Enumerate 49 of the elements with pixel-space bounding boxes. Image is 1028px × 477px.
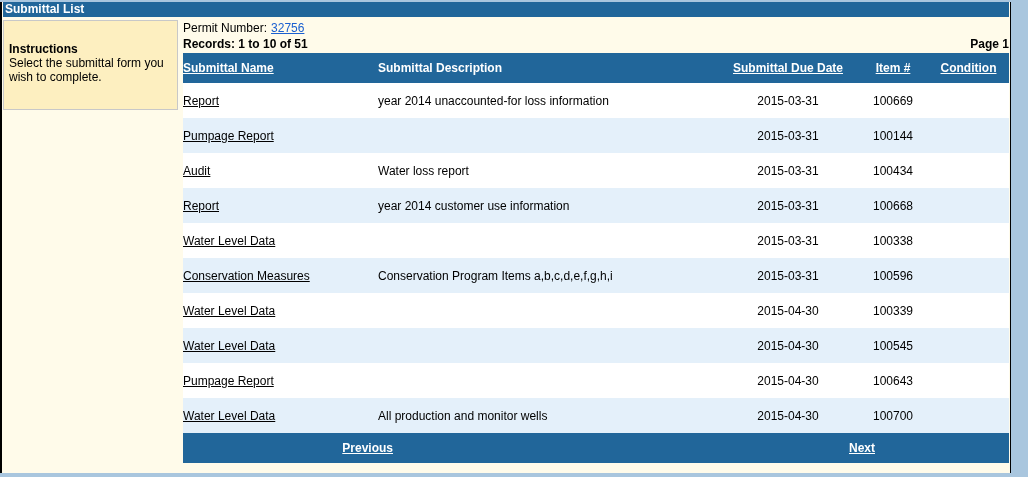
column-header-link[interactable]: Submittal Description [378, 61, 502, 75]
table-cell: 100545 [872, 338, 913, 353]
panel-header: Submittal List [3, 2, 1009, 17]
column-header-link[interactable]: Submittal Due Date [733, 61, 843, 75]
table-cell: 2015-04-30 [757, 303, 819, 318]
table-cell: 2015-03-31 [757, 268, 819, 283]
table-cell: 2015-03-31 [757, 198, 819, 213]
submittal-link[interactable]: Report [183, 93, 223, 108]
submittal-link[interactable]: Pumpage Report [183, 373, 277, 388]
table-cell: 100669 [872, 93, 913, 108]
table-cell: 2015-03-31 [757, 163, 819, 178]
table-cell: year 2014 unaccounted-for loss information [378, 93, 609, 108]
submittal-link[interactable]: Pumpage Report [183, 128, 277, 143]
table-cell: 100596 [872, 268, 913, 283]
table-cell: 100668 [872, 198, 913, 213]
table-cell: 100338 [872, 233, 913, 248]
table-cell: 2015-04-30 [757, 338, 819, 353]
table-cell: 2015-03-31 [757, 233, 819, 248]
table-cell: 2015-04-30 [757, 373, 819, 388]
table-cell: year 2014 customer use information [378, 198, 570, 213]
table-cell: All production and monitor wells [378, 408, 548, 423]
table-cell: 2015-03-31 [757, 128, 819, 143]
permit-number-link[interactable]: 32756 [271, 20, 305, 36]
column-header-link[interactable]: Condition [940, 61, 997, 75]
next-link[interactable]: Next [849, 441, 875, 455]
table-cell: 2015-03-31 [757, 93, 819, 108]
table-cell: Water loss report [378, 163, 469, 178]
page-number: Page 1 [970, 36, 1009, 53]
submittal-link[interactable]: Water Level Data [183, 233, 279, 248]
permit-label: Permit Number: [183, 20, 268, 36]
submittal-link[interactable]: Water Level Data [183, 303, 279, 318]
column-header-link[interactable]: Item # [875, 61, 911, 75]
table-cell: 100700 [872, 408, 913, 423]
table-cell: 100339 [872, 303, 913, 318]
submittal-link[interactable]: Water Level Data [183, 338, 279, 353]
submittal-link[interactable]: Conservation Measures [183, 268, 313, 283]
submittal-link[interactable]: Report [183, 198, 223, 213]
records-count: Records: 1 to 10 of 51 [183, 36, 308, 53]
table-cell: Conservation Program Items a,b,c,d,e,f,g,h,i [378, 268, 613, 283]
table-cell: 2015-04-30 [757, 408, 819, 423]
submittal-link[interactable]: Audit [183, 163, 214, 178]
submittal-link[interactable]: Water Level Data [183, 408, 279, 423]
instructions-text: Select the submittal form you wish to complete. [9, 56, 165, 84]
instructions-heading: Instructions [9, 42, 79, 56]
previous-link[interactable]: Previous [342, 441, 393, 455]
table-cell: 100434 [872, 163, 913, 178]
table-cell: 100144 [872, 128, 913, 143]
table-cell: 100643 [872, 373, 913, 388]
column-header-link[interactable]: Submittal Name [183, 61, 274, 75]
